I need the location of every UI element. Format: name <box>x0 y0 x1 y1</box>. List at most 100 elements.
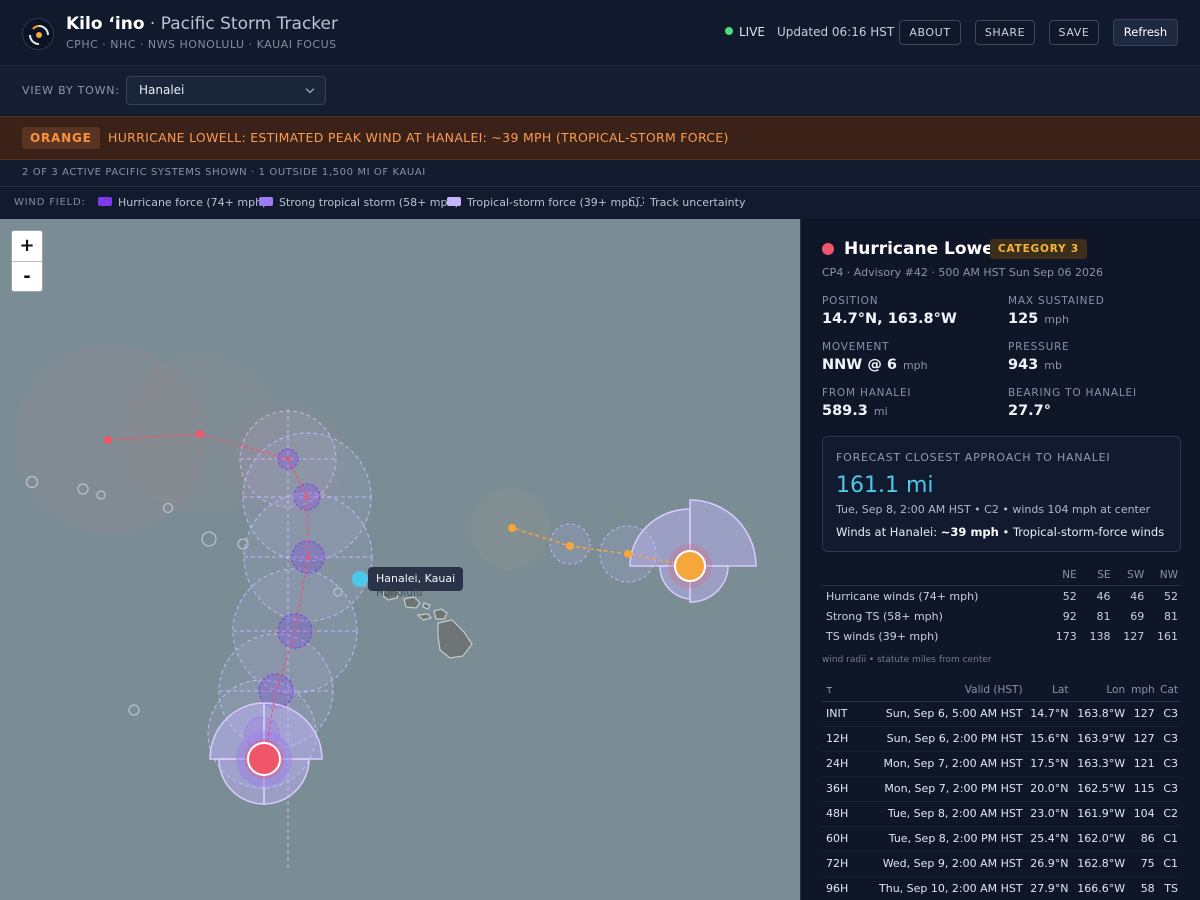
table-cell: 52 <box>1062 590 1077 603</box>
stat-position: POSITION 14.7°N, 163.8°W <box>822 295 957 327</box>
table-cell: 127 <box>1128 701 1158 727</box>
table-cell: 81 <box>1096 610 1111 623</box>
table-cell: 161 <box>1157 630 1178 643</box>
table-cell: Tue, Sep 8, 2:00 PM HST <box>862 826 1026 852</box>
storm-map[interactable]: + - Honolulu Hanalei, Kauai <box>0 219 800 900</box>
table-cell: 163.9°W <box>1071 726 1129 752</box>
legend-swatch <box>447 197 461 206</box>
town-select[interactable]: Hanalei <box>126 76 326 105</box>
column-header: NE <box>1046 567 1080 586</box>
table-cell: 81 <box>1164 610 1178 623</box>
zoom-in-button[interactable]: + <box>12 231 42 261</box>
table-cell: 163.8°W <box>1071 701 1129 727</box>
legend-swatch <box>630 197 644 206</box>
lowell-track-point <box>104 436 112 444</box>
table-cell: 12H <box>822 726 863 752</box>
save-button[interactable]: SAVE <box>1049 20 1099 45</box>
zoom-out-button[interactable]: - <box>12 261 42 291</box>
table-cell: C1 <box>1157 826 1181 852</box>
forecast-table: τ Valid (HST) Lat Lon mph Cat INIT Sun, Sep 6,… <box>822 682 1181 900</box>
table-cell: 138 <box>1089 630 1111 643</box>
table-cell: 27.9°N <box>1025 876 1072 900</box>
column-header: SW <box>1113 567 1148 586</box>
orange-storm-track-point <box>624 550 632 558</box>
legend-item-hurricane: Hurricane force (74+ mph) <box>98 196 266 209</box>
wind-radii-table: NE SE SW NW Hurricane winds (74+ mph) 52 46 46… <box>822 567 1181 646</box>
orange-storm-track-point <box>566 542 574 550</box>
live-status: LIVE <box>725 25 765 39</box>
table-cell: Mon, Sep 7, 2:00 AM HST <box>862 751 1026 777</box>
town-bar: VIEW BY TOWN: Hanalei <box>0 67 1200 115</box>
lowell-storm-marker[interactable] <box>247 742 281 776</box>
table-cell: 46 <box>1130 590 1145 603</box>
stat-bearing: BEARING TO HANALEI 27.7° <box>1008 387 1137 419</box>
column-header: τ <box>822 682 863 702</box>
table-cell: 127 <box>1128 726 1158 752</box>
town-location-marker[interactable] <box>352 571 368 587</box>
about-button[interactable]: ABOUT <box>899 20 961 45</box>
zoom-control: + - <box>11 230 43 292</box>
closest-approach-distance: 161.1 mi <box>836 473 934 498</box>
table-cell: INIT <box>822 701 863 727</box>
table-cell: 46 <box>1096 590 1111 603</box>
orange-storm-marker[interactable] <box>674 550 706 582</box>
table-cell: 162.5°W <box>1071 776 1129 802</box>
table-cell: 14.7°N <box>1025 701 1072 727</box>
wind-radii-row: Strong TS (58+ mph) 92 81 69 81 <box>822 606 1181 626</box>
stat-max-sustained: MAX SUSTAINED 125 mph <box>1008 295 1105 327</box>
town-tooltip: Hanalei, Kauai <box>368 567 464 591</box>
legend-item-uncertainty: Track uncertainty <box>630 196 745 209</box>
alert-level-badge: ORANGE <box>22 127 100 149</box>
stat-pressure: PRESSURE 943 mb <box>1008 341 1070 373</box>
table-cell: 15.6°N <box>1025 726 1072 752</box>
table-cell: 58 <box>1128 876 1158 900</box>
table-cell: 23.0°N <box>1025 801 1072 827</box>
column-header: Lat <box>1025 682 1072 702</box>
column-header: NW <box>1147 567 1181 586</box>
table-cell: 161.9°W <box>1071 801 1129 827</box>
table-cell: C2 <box>1157 801 1181 827</box>
table-cell: Wed, Sep 9, 2:00 AM HST <box>862 851 1026 877</box>
table-cell: TS winds (39+ mph) <box>826 630 939 643</box>
advisory-line: CP4 · Advisory #42 · 500 AM HST Sun Sep … <box>822 266 1103 279</box>
orange-storm-track-point <box>508 524 516 532</box>
table-cell: C3 <box>1157 776 1181 802</box>
closest-approach-title: FORECAST CLOSEST APPROACH TO HANALEI <box>836 451 1111 464</box>
table-cell: 60H <box>822 826 863 852</box>
share-button[interactable]: SHARE <box>975 20 1035 45</box>
wind-radii-note: wind radii • statute miles from center <box>822 655 992 665</box>
map-canvas[interactable] <box>0 219 800 900</box>
table-cell: 75 <box>1128 851 1158 877</box>
column-header <box>822 567 1047 586</box>
column-header: Lon <box>1071 682 1129 702</box>
forecast-row: 72H Wed, Sep 9, 2:00 AM HST 26.9°N 162.8°W 7… <box>822 851 1181 877</box>
table-cell: 48H <box>822 801 863 827</box>
forecast-row: 36H Mon, Sep 7, 2:00 PM HST 20.0°N 162.5°W 1… <box>822 776 1181 802</box>
table-cell: Mon, Sep 7, 2:00 PM HST <box>862 776 1026 802</box>
storm-color-dot-icon <box>822 243 834 255</box>
table-cell: 166.6°W <box>1071 876 1129 900</box>
table-cell: 173 <box>1055 630 1077 643</box>
table-cell: 96H <box>822 876 863 900</box>
systems-note: 2 OF 3 ACTIVE PACIFIC SYSTEMS SHOWN · 1 … <box>0 161 1200 187</box>
table-cell: 162.0°W <box>1071 826 1129 852</box>
town-label: VIEW BY TOWN: <box>22 84 120 97</box>
app-header: Kilo ʻino · Pacific Storm Tracker CPHC ·… <box>0 0 1200 66</box>
lowell-track-point <box>306 555 310 559</box>
table-cell: 127 <box>1123 630 1145 643</box>
column-header: Valid (HST) <box>862 682 1026 702</box>
storm-detail-panel: Hurricane Lowell CATEGORY 3 CP4 · Adviso… <box>800 219 1200 900</box>
table-cell: 20.0°N <box>1025 776 1072 802</box>
town-select-value: Hanalei <box>139 83 185 97</box>
forecast-row: 96H Thu, Sep 10, 2:00 AM HST 27.9°N 166.6°W… <box>822 876 1181 900</box>
lowell-track-point <box>286 457 290 461</box>
alert-banner: ORANGE HURRICANE LOWELL: ESTIMATED PEAK … <box>0 116 1200 160</box>
refresh-button[interactable]: Refresh <box>1113 19 1178 46</box>
wind-radii-row: Hurricane winds (74+ mph) 52 46 46 52 <box>822 586 1181 607</box>
table-cell: 72H <box>822 851 863 877</box>
table-cell: Tue, Sep 8, 2:00 AM HST <box>862 801 1026 827</box>
table-cell: 25.4°N <box>1025 826 1072 852</box>
storm-name: Hurricane Lowell <box>844 239 1006 259</box>
app-title: Kilo ʻino · Pacific Storm Tracker <box>66 14 338 34</box>
forecast-row: 48H Tue, Sep 8, 2:00 AM HST 23.0°N 161.9°W 1… <box>822 801 1181 827</box>
